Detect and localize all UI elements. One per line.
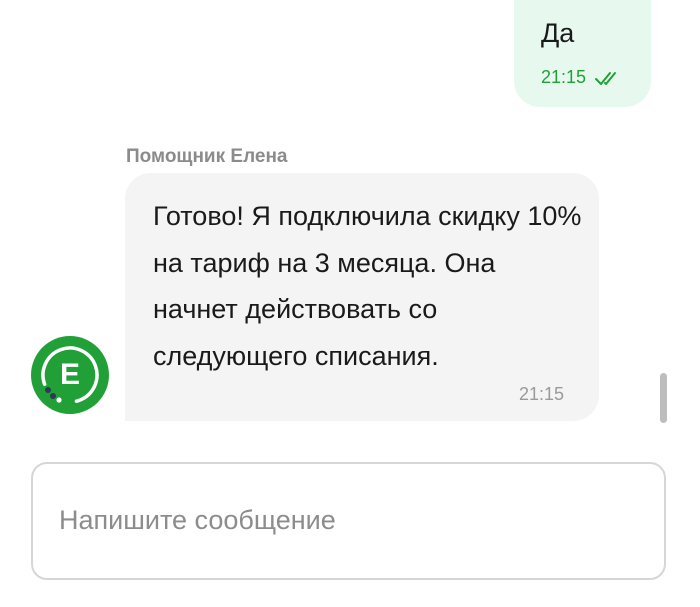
avatar-letter: Е [59,358,80,391]
outgoing-message-bubble[interactable]: Да 21:15 [514,0,651,107]
incoming-message-bubble[interactable]: Готово! Я подключила скидку 10% на тариф… [125,173,599,421]
sender-name: Помощник Елена [126,146,288,167]
outgoing-message-text: Да [541,18,575,48]
chat-window: Да 21:15 Помощник Елена Готово! Я подклю… [0,0,700,607]
message-composer[interactable] [31,462,666,580]
incoming-message-text: Готово! Я подключила скидку 10% на тариф… [153,201,582,371]
assistant-avatar[interactable]: Е [31,336,109,414]
message-input[interactable] [57,499,641,541]
scrollbar-thumb[interactable] [660,373,667,423]
incoming-message-time: 21:15 [518,384,564,404]
outgoing-message-meta: 21:15 [541,67,624,88]
outgoing-message-time: 21:15 [541,67,587,87]
double-check-icon [595,71,617,85]
